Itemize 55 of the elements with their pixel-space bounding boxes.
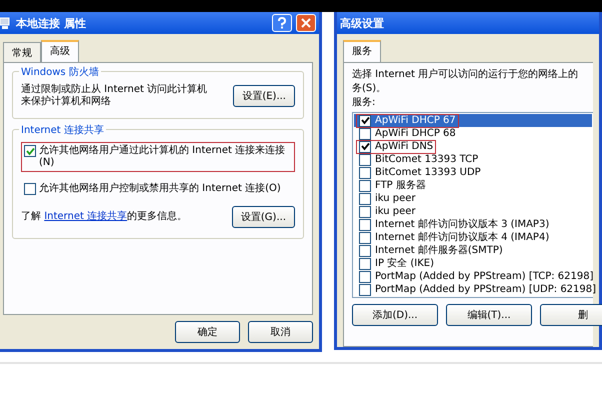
firewall-description: 通过限制或防止从 Internet 访问此计算机来保护计算机和网络 — [21, 84, 208, 108]
service-name[interactable]: FTP 服务器 — [375, 180, 426, 192]
info-text: 了解 Internet 连接共享的更多信息。 — [21, 211, 188, 223]
checkbox[interactable] — [24, 183, 36, 195]
close-button[interactable] — [296, 14, 316, 32]
description-text: 务(S)。 — [352, 83, 388, 95]
tab[interactable]: 高级 — [41, 40, 79, 62]
list-button[interactable]: 添加(D)... — [352, 304, 438, 326]
checkbox[interactable] — [359, 244, 371, 256]
service-name[interactable]: BitComet 13393 TCP — [375, 154, 478, 166]
checkbox[interactable] — [359, 218, 371, 230]
service-name[interactable]: BitComet 13393 UDP — [375, 166, 481, 178]
help-button[interactable] — [272, 14, 292, 32]
checkbox[interactable] — [359, 284, 371, 296]
close-icon — [301, 18, 311, 28]
tab[interactable]: 服务 — [343, 40, 381, 62]
checkbox[interactable] — [359, 128, 371, 140]
service-name[interactable]: Internet 邮件访问协议版本 3 (IMAP3) — [375, 218, 550, 230]
checkbox[interactable] — [359, 232, 371, 244]
service-name[interactable]: Internet 邮件访问协议版本 4 (IMAP4) — [375, 232, 550, 244]
list-button[interactable]: 编辑(T)... — [446, 304, 532, 326]
service-name[interactable]: ApWiFi DHCP 68 — [375, 128, 456, 140]
checkbox[interactable] — [359, 270, 371, 282]
list-button[interactable]: 删 — [540, 304, 602, 326]
group-title: Windows 防火墙 — [19, 65, 101, 79]
list-label: 服务: — [352, 97, 376, 109]
help-link[interactable]: Internet 连接共享 — [44, 211, 128, 222]
description-text: 选择 Internet 用户可以访问的运行于您的网络上的 — [352, 69, 580, 81]
service-name[interactable]: iku peer — [375, 192, 416, 204]
dialog-button[interactable]: 确定 — [175, 321, 240, 343]
checkbox[interactable] — [359, 154, 371, 166]
help-icon — [277, 17, 287, 29]
checkbox[interactable] — [359, 114, 371, 126]
service-name[interactable]: iku peer — [375, 206, 416, 218]
checkbox[interactable] — [359, 206, 371, 218]
service-name[interactable]: PortMap (Added by PPStream) [UDP: 62198] — [375, 284, 596, 296]
tab[interactable]: 常规 — [3, 42, 41, 62]
checkbox-label: 允许其他网络用户通过此计算机的 Internet 连接来连接(N) — [39, 145, 286, 169]
checkbox[interactable] — [359, 180, 371, 192]
network-icon — [0, 16, 12, 30]
checkbox[interactable] — [24, 145, 36, 157]
dialog-button[interactable]: 取消 — [248, 321, 313, 343]
checkbox[interactable] — [359, 192, 371, 204]
settings-button[interactable]: 设置(G)... — [232, 206, 295, 228]
settings-button[interactable]: 设置(E)... — [233, 85, 295, 107]
checkbox[interactable] — [359, 166, 371, 178]
checkbox[interactable] — [359, 258, 371, 270]
checkbox-label: 允许其他网络用户控制或禁用共享的 Internet 连接(O) — [39, 183, 281, 195]
window-title: 本地连接 属性 — [16, 16, 86, 30]
service-name[interactable]: PortMap (Added by PPStream) [TCP: 62198] — [375, 270, 594, 282]
window-title: 高级设置 — [340, 16, 384, 30]
service-name[interactable]: Internet 邮件服务器(SMTP) — [375, 244, 503, 256]
checkbox[interactable] — [359, 140, 371, 152]
group-title: Internet 连接共享 — [19, 123, 106, 137]
service-name[interactable]: IP 安全 (IKE) — [375, 258, 434, 270]
